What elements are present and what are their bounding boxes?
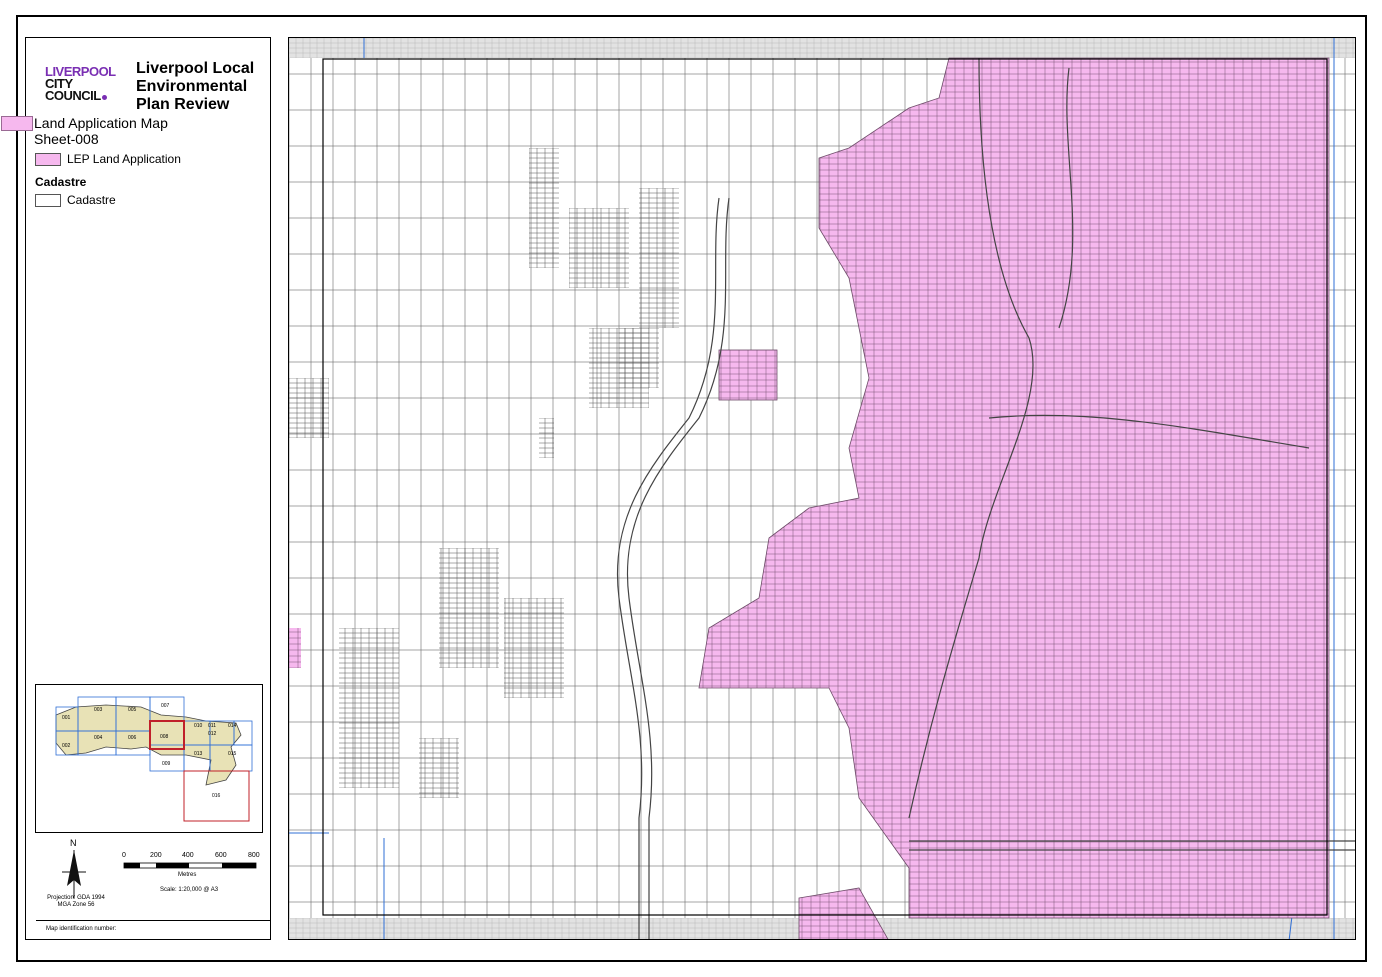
lep-land-block-small — [718, 349, 778, 401]
inset-label-011: 011 — [208, 723, 216, 729]
inset-label-014: 014 — [228, 723, 237, 729]
scale-bar-graphic — [123, 862, 257, 869]
inset-label-015: 015 — [228, 751, 237, 757]
inset-label-004: 004 — [94, 735, 103, 741]
map-name: Land Application Map — [34, 115, 168, 131]
sheet-id: Sheet-008 — [34, 131, 99, 147]
map-title: Liverpool Local Environmental Plan Revie… — [136, 60, 255, 113]
inset-label-013: 013 — [194, 751, 203, 757]
scale-text: Scale: 1:20,000 @ A3 — [160, 887, 219, 893]
scale-tick-1: 200 — [150, 852, 162, 859]
inset-label-012: 012 — [208, 731, 217, 737]
cadastre-swatch — [35, 193, 61, 207]
inset-label-001: 001 — [62, 715, 71, 721]
inset-label-002: 002 — [62, 743, 71, 749]
cadastre-label: Cadastre — [67, 193, 116, 207]
logo-line-3: COUNCIL — [45, 88, 101, 103]
north-label: N — [70, 838, 77, 848]
scale-bar: 0 200 400 600 800 Metres Scale: 1:20,000… — [122, 852, 262, 902]
legend-item-cadastre: Cadastre — [35, 193, 116, 207]
scale-tick-2: 400 — [182, 852, 194, 859]
inset-label-007: 007 — [161, 703, 170, 709]
projection-line-2: MGA Zone 56 — [57, 902, 95, 908]
inset-label-003: 003 — [94, 707, 103, 713]
inset-key-map: 001 002 003 004 005 006 007 008 009 010 … — [35, 684, 263, 833]
scale-tick-0: 0 — [122, 852, 126, 859]
inset-svg — [55, 696, 253, 822]
scale-tick-3: 600 — [215, 852, 227, 859]
projection-line-1: Projection: GDA 1994 — [47, 895, 105, 901]
inset-label-016: 016 — [212, 793, 221, 799]
north-arrow: N — [54, 838, 94, 898]
cadastre-heading: Cadastre — [35, 175, 87, 189]
map-identification: Map identification number: — [46, 926, 117, 932]
map-name-swatch — [1, 116, 33, 131]
map-id-divider — [36, 920, 270, 921]
logo-dot-icon — [101, 95, 107, 100]
council-logo: LIVERPOOL CITY COUNCIL — [45, 65, 127, 103]
legend-panel: LIVERPOOL CITY COUNCIL Liverpool Local E… — [1, 37, 271, 940]
inset-label-005: 005 — [128, 707, 137, 713]
lep-land-block-edge — [289, 628, 301, 668]
scale-unit: Metres — [178, 872, 197, 878]
inset-label-009: 009 — [162, 761, 171, 767]
scale-tick-4: 800 — [248, 852, 260, 859]
projection-note: Projection: GDA 1994 MGA Zone 56 — [46, 895, 106, 909]
inset-label-006: 006 — [128, 735, 137, 741]
map-canvas — [289, 38, 1355, 939]
lep-label: LEP Land Application — [67, 152, 181, 166]
legend-item-lep: LEP Land Application — [35, 152, 181, 166]
inset-label-008: 008 — [160, 734, 169, 740]
inset-label-010: 010 — [194, 723, 203, 729]
lep-swatch — [35, 152, 61, 166]
map-frame — [288, 37, 1356, 940]
north-arrow-icon — [62, 850, 86, 898]
